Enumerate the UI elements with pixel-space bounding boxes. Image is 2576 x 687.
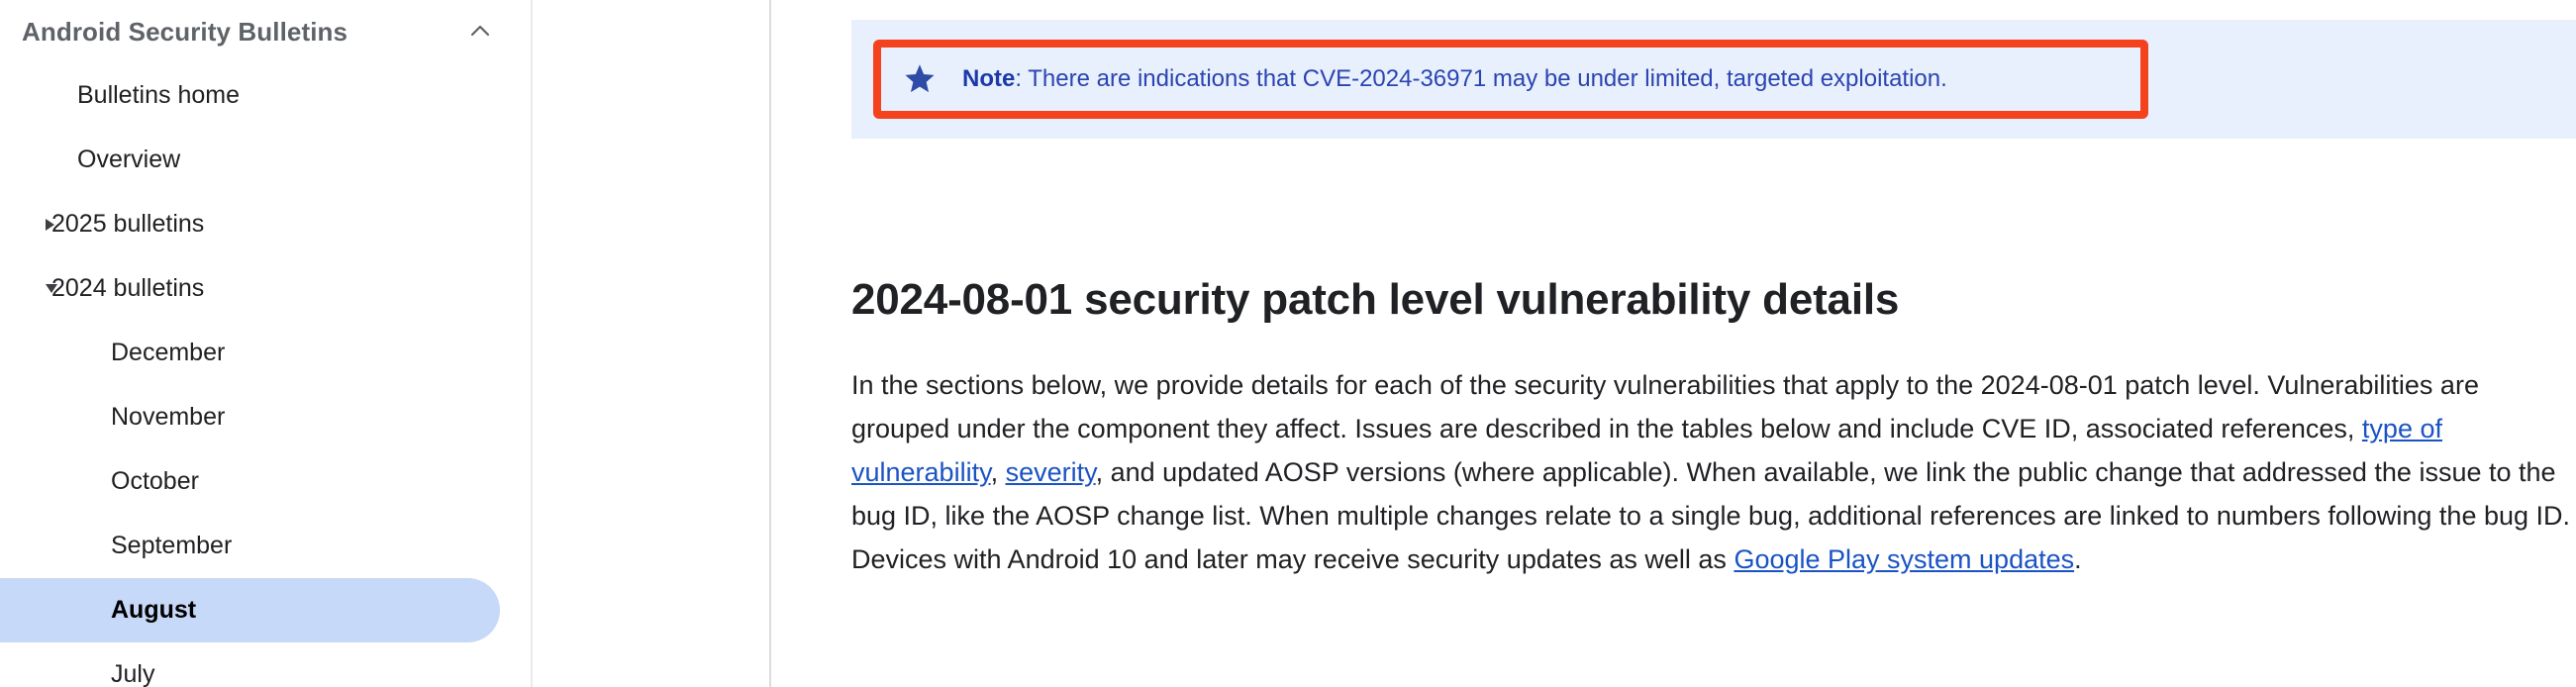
sidebar-navigation: Android Security Bulletins Bulletins hom… — [0, 0, 531, 687]
sidebar-item-label: July — [111, 660, 155, 687]
sidebar-item-label: Overview — [77, 146, 181, 173]
sidebar-item-label: October — [111, 467, 199, 495]
sidebar-item-label: August — [111, 596, 197, 624]
sidebar-item-label: 2024 bulletins — [51, 274, 205, 302]
sidebar-item-label: Bulletins home — [77, 81, 240, 109]
note-label: Note — [962, 64, 1016, 92]
sidebar-section-header[interactable]: Android Security Bulletins — [0, 0, 531, 63]
sidebar-item-july[interactable]: July — [0, 642, 531, 687]
caret-right-icon[interactable] — [46, 218, 54, 231]
main-content: Note: There are indications that CVE-202… — [771, 0, 2576, 687]
sidebar-item-october[interactable]: October — [0, 449, 531, 514]
star-icon — [903, 62, 937, 96]
sidebar-section-title: Android Security Bulletins — [22, 16, 348, 47]
sidebar-inner: Android Security Bulletins Bulletins hom… — [0, 0, 531, 687]
sidebar-item-label: November — [111, 403, 226, 431]
note-highlight-box: Note: There are indications that CVE-202… — [873, 40, 2148, 119]
note-separator: : — [1015, 64, 1029, 92]
sidebar-item-label: September — [111, 532, 233, 559]
sidebar-item-label: December — [111, 339, 226, 366]
sidebar-item-2024-bulletins[interactable]: 2024 bulletins — [0, 256, 531, 321]
paragraph-text-part-3: , and updated AOSP versions (where appli… — [851, 457, 2571, 574]
note-banner: Note: There are indications that CVE-202… — [851, 20, 2576, 139]
page-root: Android Security Bulletins Bulletins hom… — [0, 0, 2576, 687]
sidebar-item-august[interactable]: August — [0, 578, 500, 642]
sidebar-scrollbar[interactable] — [508, 0, 524, 687]
sidebar-item-december[interactable]: December — [0, 321, 531, 385]
link-severity[interactable]: severity — [1006, 457, 1096, 487]
note-body: There are indications that CVE-2024-3697… — [1028, 64, 1947, 92]
sidebar-item-september[interactable]: September — [0, 514, 531, 578]
intro-paragraph: In the sections below, we provide detail… — [851, 363, 2576, 581]
spacer-column — [533, 0, 769, 687]
sidebar-item-overview[interactable]: Overview — [0, 128, 531, 192]
link-google-play-system-updates[interactable]: Google Play system updates — [1734, 544, 2074, 574]
sidebar-item-bulletins-home[interactable]: Bulletins home — [0, 63, 531, 128]
chevron-up-icon[interactable] — [467, 19, 493, 45]
page-title: 2024-08-01 security patch level vulnerab… — [851, 275, 1900, 325]
paragraph-text-part-1: In the sections below, we provide detail… — [851, 370, 2479, 443]
paragraph-text-part-2: , — [990, 457, 1006, 487]
paragraph-text-part-4: . — [2074, 544, 2082, 574]
sidebar-item-label: 2025 bulletins — [51, 210, 205, 238]
caret-down-icon[interactable] — [46, 284, 57, 293]
note-text: Note: There are indications that CVE-202… — [962, 65, 1947, 94]
sidebar-item-2025-bulletins[interactable]: 2025 bulletins — [0, 192, 531, 256]
sidebar-item-november[interactable]: November — [0, 385, 531, 449]
